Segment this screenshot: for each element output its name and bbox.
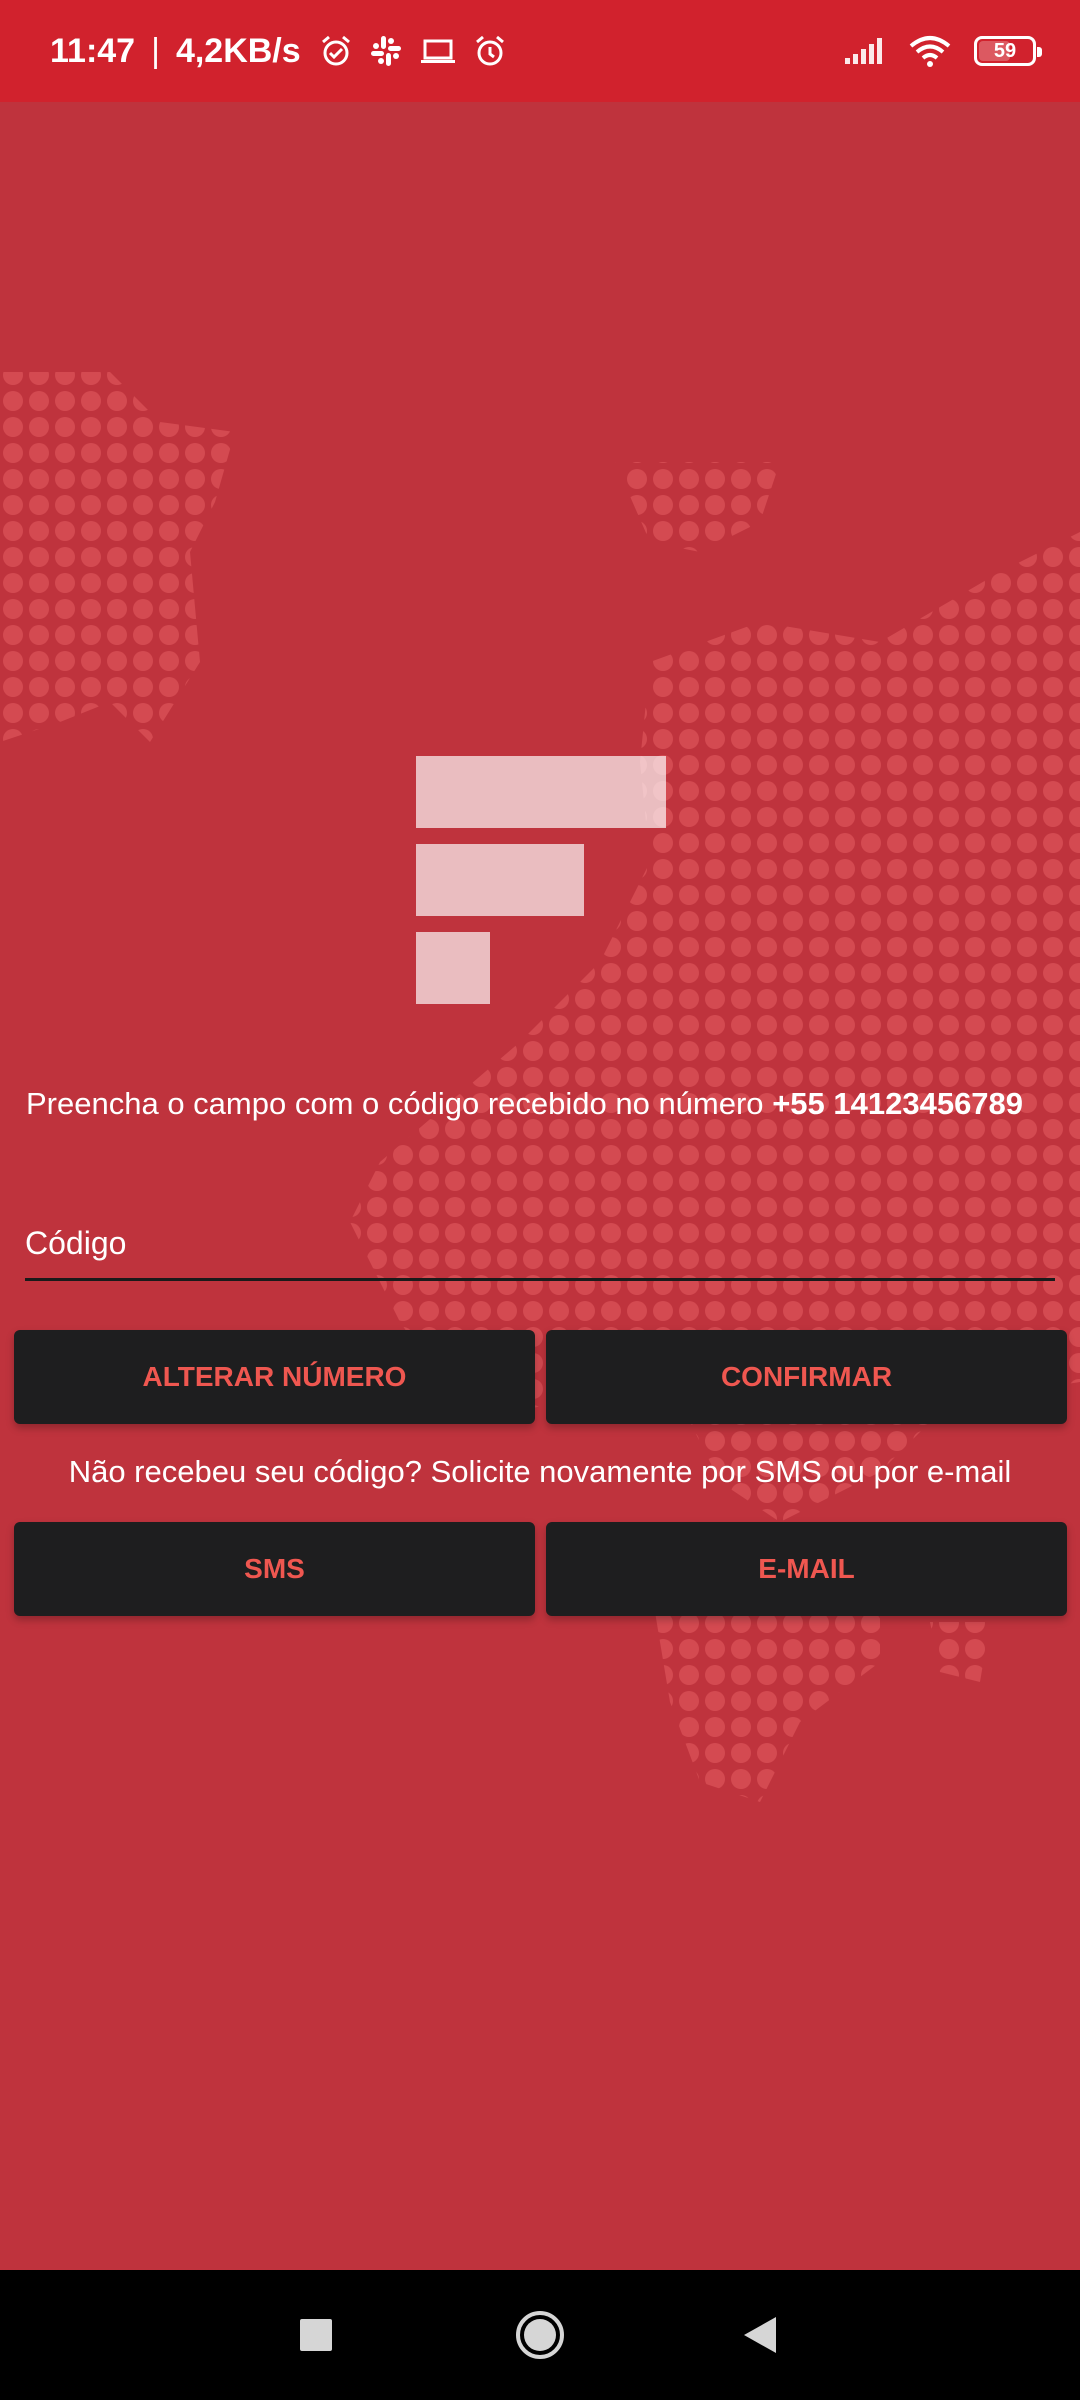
status-notification-icons	[319, 34, 507, 68]
logo-bar-middle	[416, 844, 584, 916]
status-left: 11:47 | 4,2KB/s	[50, 0, 507, 102]
home-circle-icon	[516, 2311, 564, 2359]
recents-square-icon	[300, 2319, 332, 2351]
wifi-icon	[909, 36, 951, 67]
status-bar: 11:47 | 4,2KB/s 59	[0, 0, 1080, 102]
sms-button[interactable]: SMS	[14, 1522, 535, 1616]
logo-bar-bottom	[416, 932, 490, 1004]
alarm-icon	[475, 35, 504, 66]
laptop-icon	[420, 39, 455, 63]
recents-button[interactable]	[276, 2270, 356, 2400]
instruction-text: Preencha o campo com o código recebido n…	[26, 1086, 1066, 1122]
code-field[interactable]	[25, 1208, 1055, 1281]
back-triangle-icon	[744, 2317, 776, 2353]
back-button[interactable]	[720, 2270, 800, 2400]
status-right: 59	[844, 0, 1042, 102]
instruction-label: Preencha o campo com o código recebido n…	[26, 1086, 764, 1121]
battery-level: 59	[993, 39, 1017, 62]
change-number-button[interactable]: ALTERAR NÚMERO	[14, 1330, 535, 1424]
logo-bar-top	[416, 756, 666, 828]
world-map-background	[0, 372, 1080, 1802]
code-input[interactable]	[25, 1208, 1055, 1278]
signal-icon	[845, 38, 882, 64]
app-logo-icon	[416, 756, 666, 1004]
home-button[interactable]	[500, 2270, 580, 2400]
alarm-clock-icon	[321, 35, 350, 66]
email-button[interactable]: E-MAIL	[546, 1522, 1067, 1616]
status-separator: |	[151, 31, 160, 70]
confirm-button[interactable]: CONFIRMAR	[546, 1330, 1067, 1424]
resend-text: Não recebeu seu código? Solicite novamen…	[68, 1454, 1012, 1489]
battery-icon: 59	[974, 36, 1042, 66]
navigation-bar	[0, 2270, 1080, 2400]
network-speed: 4,2KB/s	[175, 31, 301, 70]
battery-tip	[1037, 47, 1042, 57]
slack-icon	[370, 36, 401, 66]
phone-number: +55 14123456789	[772, 1086, 1024, 1121]
status-time: 11:47	[50, 31, 136, 70]
